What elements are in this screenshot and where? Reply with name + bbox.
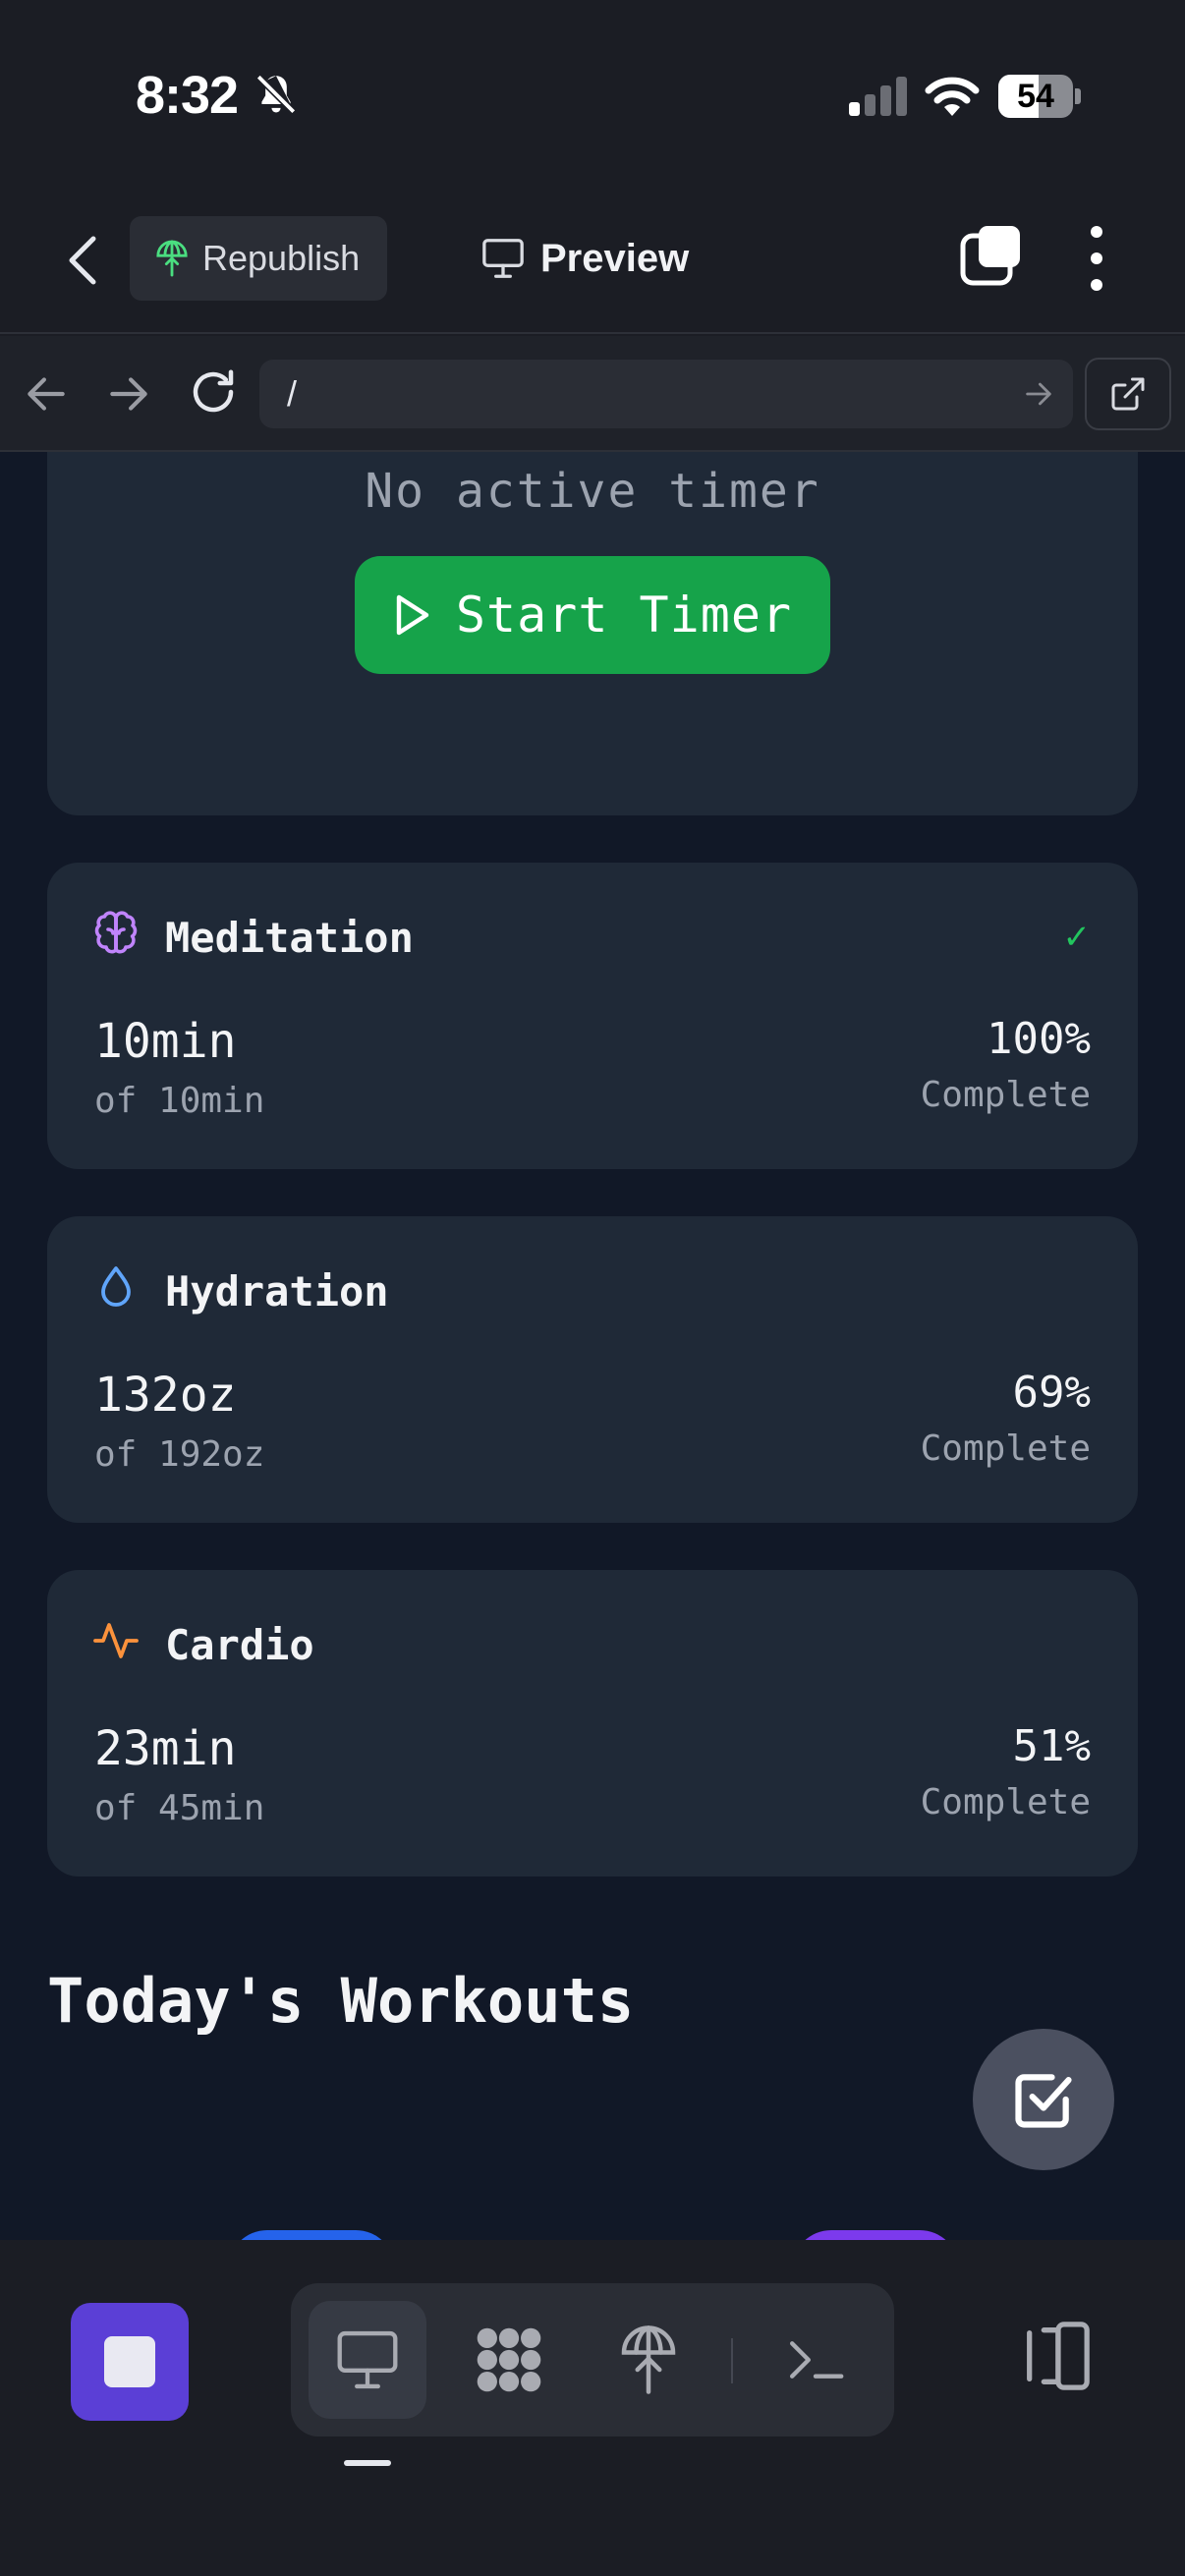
goal-complete-label: Complete bbox=[920, 1782, 1091, 1822]
monitor-icon bbox=[482, 239, 524, 278]
browser-bar: / bbox=[0, 336, 1185, 452]
goal-target: of 45min bbox=[94, 1788, 265, 1828]
bell-off-icon bbox=[255, 74, 297, 115]
open-external-button[interactable] bbox=[1085, 358, 1171, 430]
app-header: Republish Preview bbox=[0, 196, 1185, 334]
timer-card: No active timer Start Timer bbox=[47, 452, 1138, 815]
url-text: / bbox=[287, 373, 298, 414]
more-vertical-icon[interactable] bbox=[1077, 224, 1116, 293]
signal-icon bbox=[849, 77, 907, 116]
start-timer-button[interactable]: Start Timer bbox=[355, 556, 830, 674]
goal-complete-label: Complete bbox=[920, 1428, 1091, 1469]
workout-card-peek bbox=[228, 2230, 395, 2240]
panel-toggle-icon[interactable] bbox=[1018, 2319, 1093, 2393]
goal-card-cardio[interactable]: Cardio 23min of 45min 51% Complete bbox=[47, 1570, 1138, 1876]
goal-title: Hydration bbox=[165, 1267, 389, 1316]
status-time: 8:32 bbox=[136, 66, 239, 125]
goal-target: of 10min bbox=[94, 1081, 265, 1121]
goal-percent: 69% bbox=[1012, 1368, 1091, 1418]
brain-icon bbox=[94, 911, 138, 954]
tool-preview[interactable] bbox=[309, 2301, 426, 2419]
start-timer-label: Start Timer bbox=[455, 587, 793, 644]
preview-content[interactable]: No active timer Start Timer Meditation ✓… bbox=[0, 452, 1185, 2240]
deploy-icon bbox=[156, 240, 188, 277]
stop-button[interactable] bbox=[71, 2303, 189, 2421]
back-button[interactable] bbox=[53, 228, 112, 293]
republish-button[interactable]: Republish bbox=[130, 216, 387, 301]
reload-icon[interactable] bbox=[187, 365, 240, 419]
tool-workflows[interactable] bbox=[450, 2301, 568, 2419]
go-arrow-icon[interactable] bbox=[1022, 377, 1055, 411]
bottom-toolbar bbox=[0, 2240, 1185, 2576]
stop-icon bbox=[104, 2336, 155, 2387]
workout-card-peek bbox=[792, 2230, 959, 2240]
deploy-icon bbox=[621, 2325, 676, 2394]
active-tab-indicator bbox=[344, 2460, 391, 2466]
republish-label: Republish bbox=[202, 238, 361, 278]
play-icon bbox=[396, 594, 429, 636]
url-input[interactable]: / bbox=[259, 360, 1073, 428]
chevron-left-icon bbox=[69, 236, 96, 285]
timer-status: No active timer bbox=[365, 464, 820, 519]
check-square-icon bbox=[1015, 2074, 1072, 2128]
tool-deploy[interactable] bbox=[590, 2301, 707, 2419]
goal-title: Meditation bbox=[165, 914, 414, 962]
arrow-left-icon[interactable] bbox=[22, 369, 71, 419]
tool-divider bbox=[731, 2338, 733, 2383]
goal-value: 23min bbox=[94, 1721, 237, 1776]
preview-label: Preview bbox=[540, 236, 690, 280]
preview-button[interactable]: Preview bbox=[481, 216, 717, 301]
goal-target: of 192oz bbox=[94, 1434, 265, 1475]
goal-value: 10min bbox=[94, 1014, 237, 1069]
terminal-icon bbox=[790, 2341, 844, 2379]
goal-value: 132oz bbox=[94, 1368, 237, 1423]
goal-card-meditation[interactable]: Meditation ✓ 10min of 10min 100% Complet… bbox=[47, 863, 1138, 1169]
goal-percent: 100% bbox=[987, 1014, 1091, 1064]
goal-card-hydration[interactable]: Hydration 132oz of 192oz 69% Complete bbox=[47, 1216, 1138, 1523]
battery-level: 54 bbox=[1017, 78, 1054, 115]
tabs-icon[interactable] bbox=[959, 224, 1022, 287]
checklist-fab[interactable] bbox=[973, 2029, 1114, 2170]
goal-percent: 51% bbox=[1012, 1721, 1091, 1771]
battery-indicator: 54 bbox=[998, 75, 1081, 118]
monitor-icon bbox=[337, 2330, 398, 2389]
workflows-icon bbox=[477, 2327, 541, 2392]
tool-shell[interactable] bbox=[757, 2301, 875, 2419]
status-bar: 8:32 54 bbox=[0, 0, 1185, 196]
goal-complete-label: Complete bbox=[920, 1075, 1091, 1115]
external-link-icon bbox=[1111, 377, 1145, 411]
activity-icon bbox=[93, 1623, 139, 1658]
section-title: Today's Workouts bbox=[47, 1965, 635, 2037]
tool-group bbox=[291, 2283, 894, 2436]
arrow-right-icon[interactable] bbox=[104, 369, 153, 419]
goal-title: Cardio bbox=[165, 1621, 314, 1669]
droplet-icon bbox=[101, 1266, 131, 1307]
wifi-icon bbox=[925, 77, 980, 116]
check-icon: ✓ bbox=[1062, 919, 1092, 956]
